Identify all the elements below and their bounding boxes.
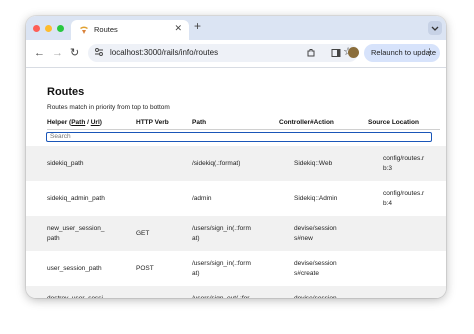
side-panel-icon[interactable] xyxy=(331,48,341,58)
table-row: user_session_path POST/users/sign_in(.:fo… xyxy=(26,251,446,286)
table-row: sidekiq_path/sidekiq(.:format) Sidekiq::W… xyxy=(26,146,446,181)
route-controller-cell: devise/session s#create xyxy=(294,260,337,277)
table-row: new_user_session_ path GET/users/sign_in(.… xyxy=(26,216,446,251)
route-source-cell: config/routes.r b:3 xyxy=(383,155,425,172)
reload-icon[interactable]: ↻ xyxy=(70,47,79,59)
header-controller: Controller#Action xyxy=(279,119,334,126)
forward-arrow-icon[interactable]: → xyxy=(52,47,63,59)
route-verb-cell: POST xyxy=(136,265,154,272)
header-helper-prefix: Helper ( xyxy=(47,119,72,126)
site-info-icon[interactable] xyxy=(94,47,104,57)
route-controller-cell: devise/sessions#destroy xyxy=(294,294,354,298)
header-helper-suffix: ) xyxy=(99,119,102,126)
chevron-down-icon xyxy=(431,26,439,31)
route-path-cell: /sidekiq(.:format) xyxy=(192,160,241,167)
profile-avatar[interactable] xyxy=(348,47,359,58)
tab-strip: Routes ✕ + xyxy=(26,16,446,40)
extensions-icon[interactable] xyxy=(306,48,316,58)
route-path-cell: /admin xyxy=(192,195,212,202)
helper-path-link[interactable]: Path xyxy=(71,119,85,126)
browser-window: Routes ✕ + ← → ↻ localhost:3000/rails/in… xyxy=(26,16,446,298)
maximize-window-button[interactable] xyxy=(57,25,64,32)
route-helper-cell: user_session_path xyxy=(47,265,102,272)
url-text: localhost:3000/rails/info/routes xyxy=(110,48,219,57)
route-controller-cell: Sidekiq::Web xyxy=(294,160,333,167)
route-helper-cell: new_user_session_ path xyxy=(47,225,105,242)
helper-url-link[interactable]: Url xyxy=(91,119,100,126)
page-subtitle: Routes match in priority from top to bot… xyxy=(47,104,170,111)
route-path-cell: /users/sign_in(.:form at) xyxy=(192,260,251,277)
tab-title: Routes xyxy=(94,25,118,34)
route-path-cell: /users/sign_out(.:format) xyxy=(192,294,254,298)
new-tab-icon[interactable]: + xyxy=(194,19,201,33)
route-controller-cell: devise/session s#new xyxy=(294,225,337,242)
header-divider xyxy=(47,129,440,130)
more-vertical-icon[interactable]: ⋮ xyxy=(425,47,434,58)
route-verb-cell: GET xyxy=(136,230,150,237)
page-title: Routes xyxy=(47,86,85,98)
close-tab-icon[interactable]: ✕ xyxy=(174,23,182,34)
header-source: Source Location xyxy=(368,119,419,126)
route-path-cell: /users/sign_in(.:form at) xyxy=(192,225,251,242)
route-helper-cell: destroy_user_session_path xyxy=(47,294,129,298)
header-verb: HTTP Verb xyxy=(136,119,169,126)
browser-toolbar: ← → ↻ localhost:3000/rails/info/routes ☆… xyxy=(26,40,446,68)
rails-favicon-icon xyxy=(80,26,88,34)
search-input[interactable] xyxy=(46,132,432,142)
route-source-cell: config/routes.r b:4 xyxy=(383,190,425,207)
page-content: Routes Routes match in priority from top… xyxy=(26,68,446,298)
tab-routes[interactable]: Routes ✕ xyxy=(71,20,189,40)
tab-search-button[interactable] xyxy=(428,21,442,35)
header-path: Path xyxy=(192,119,207,126)
table-row: sidekiq_admin_path/admin Sidekiq::Admin co… xyxy=(26,181,446,216)
route-helper-cell: sidekiq_path xyxy=(47,160,84,167)
header-helper: Helper (Path / Url) xyxy=(47,119,102,126)
relaunch-to-update-button[interactable]: Relaunch to update ⋮ xyxy=(364,44,440,62)
address-bar[interactable]: localhost:3000/rails/info/routes ☆ xyxy=(88,44,358,62)
back-arrow-icon[interactable]: ← xyxy=(34,47,45,59)
minimize-window-button[interactable] xyxy=(45,25,52,32)
route-helper-cell: sidekiq_admin_path xyxy=(47,195,105,202)
table-row: destroy_user_session_pathDELETE/users/si… xyxy=(26,286,446,298)
close-window-button[interactable] xyxy=(33,25,40,32)
route-controller-cell: Sidekiq::Admin xyxy=(294,195,338,202)
